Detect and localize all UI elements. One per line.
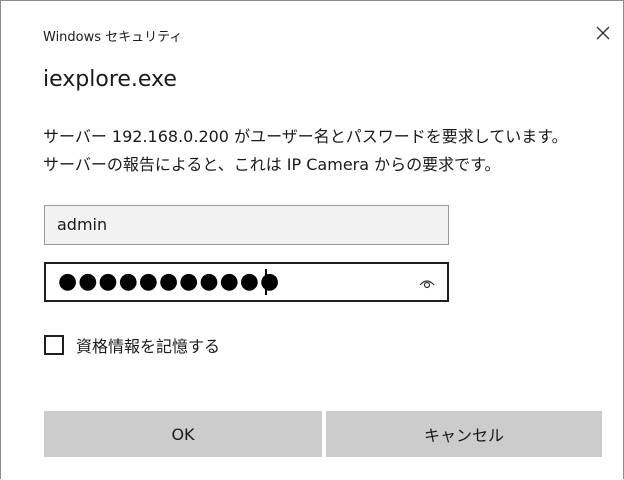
title-bar: Windows セキュリティ	[1, 1, 623, 57]
remember-credentials[interactable]: 資格情報を記憶する	[44, 333, 220, 357]
username-field[interactable]: admin	[44, 205, 449, 245]
reveal-password-button[interactable]	[413, 270, 441, 294]
close-button[interactable]	[589, 19, 617, 47]
eye-icon	[419, 280, 435, 289]
close-icon	[596, 26, 610, 40]
remember-checkbox[interactable]	[44, 335, 64, 355]
auth-message-line-2: サーバーの報告によると、これは IP Camera からの要求です。	[43, 155, 501, 174]
credential-dialog: Windows セキュリティ iexplore.exe サーバー 192.168…	[0, 0, 624, 479]
remember-label: 資格情報を記憶する	[76, 337, 221, 356]
window-title: Windows セキュリティ	[43, 30, 183, 45]
auth-message-line-1: サーバー 192.168.0.200 がユーザー名とパスワードを要求しています。	[43, 127, 568, 146]
password-value: ●●●●●●●●●●●	[58, 269, 281, 294]
cancel-button[interactable]: キャンセル	[326, 411, 602, 457]
ok-button[interactable]: OK	[44, 411, 322, 457]
app-name: iexplore.exe	[43, 67, 177, 92]
auth-message: サーバー 192.168.0.200 がユーザー名とパスワードを要求しています。…	[43, 123, 603, 179]
username-value: admin	[57, 215, 108, 234]
password-field[interactable]: ●●●●●●●●●●●	[44, 262, 449, 302]
text-caret	[265, 269, 267, 295]
